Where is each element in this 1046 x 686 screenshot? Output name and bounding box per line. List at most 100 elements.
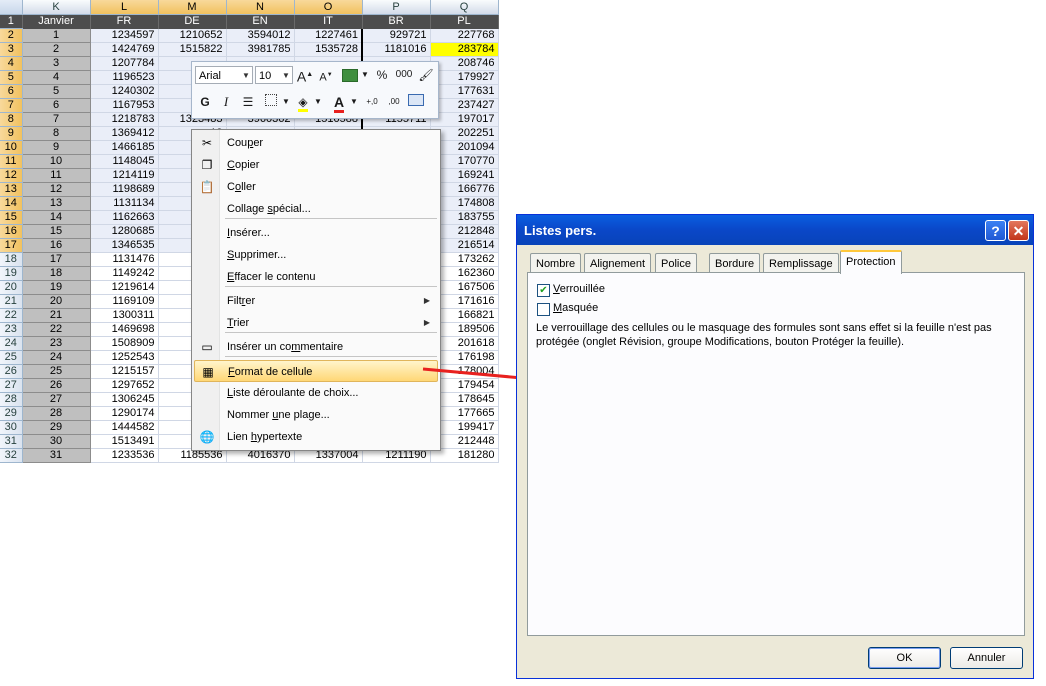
header-cell[interactable]: IT — [294, 14, 363, 29]
decrease-decimal-button[interactable]: ,00 — [384, 92, 404, 112]
menu-item-filter[interactable]: Filtrer ▶ — [194, 290, 438, 312]
merge-center-button[interactable] — [406, 92, 426, 112]
center-align-button[interactable]: ☰ — [238, 92, 258, 112]
percent-button[interactable]: % — [372, 65, 392, 85]
menu-item-dropdown[interactable]: Liste déroulante de choix... — [194, 382, 438, 404]
day-cell[interactable]: 18 — [22, 266, 91, 281]
menu-item-delete[interactable]: Supprimer... — [194, 244, 438, 266]
column-header-k[interactable]: K — [22, 0, 91, 15]
data-cell[interactable]: 1227461 — [294, 28, 363, 43]
day-cell[interactable]: 2 — [22, 42, 91, 57]
tab-protection[interactable]: Protection — [840, 250, 902, 274]
data-cell[interactable]: 1210652 — [158, 28, 227, 43]
menu-item-comment[interactable]: ▭ Insérer un commentaire — [194, 336, 438, 358]
column-header-p[interactable]: P — [362, 0, 431, 15]
menu-item-sort[interactable]: Trier ▶ — [194, 312, 438, 334]
row-header[interactable]: 8 — [0, 112, 23, 127]
tab-nombre[interactable]: Nombre — [530, 253, 582, 273]
day-cell[interactable]: 12 — [22, 182, 91, 197]
row-header[interactable]: 24 — [0, 336, 23, 351]
font-color-button[interactable]: A — [329, 92, 349, 113]
day-cell[interactable]: 14 — [22, 210, 91, 225]
row-header[interactable]: 4 — [0, 56, 23, 71]
header-cell[interactable]: PL — [430, 14, 499, 29]
data-cell[interactable]: 197017 — [430, 112, 499, 127]
day-cell[interactable]: 25 — [22, 364, 91, 379]
tab-bordure[interactable]: Bordure — [709, 253, 761, 273]
data-cell[interactable]: 1240302 — [89, 84, 159, 99]
row-header[interactable]: 28 — [0, 392, 23, 407]
header-cell[interactable]: DE — [158, 14, 227, 29]
data-cell[interactable]: 1149242 — [90, 266, 159, 281]
day-cell[interactable]: 24 — [22, 350, 91, 365]
locked-checkbox[interactable]: ✔ — [537, 284, 550, 297]
column-header-m[interactable]: M — [158, 0, 227, 15]
data-cell[interactable]: 1466185 — [89, 140, 159, 155]
thousands-separator-button[interactable]: 000 — [394, 65, 414, 85]
row-header[interactable]: 30 — [0, 420, 23, 435]
chevron-down-icon[interactable]: ▼ — [281, 92, 291, 112]
fill-color-button[interactable]: ◈ — [293, 92, 313, 112]
row-header[interactable]: 14 — [0, 196, 23, 211]
data-cell[interactable]: 1469698 — [90, 322, 159, 337]
header-cell[interactable]: BR — [362, 14, 431, 29]
day-cell[interactable]: 13 — [22, 196, 91, 211]
day-cell[interactable]: 21 — [22, 308, 91, 323]
format-painter-button[interactable]: 🖌 — [416, 65, 436, 85]
close-button[interactable]: ✕ — [1008, 220, 1029, 241]
row-header[interactable]: 12 — [0, 168, 23, 183]
row-header[interactable]: 1 — [0, 14, 23, 29]
row-header[interactable]: 21 — [0, 294, 23, 309]
data-cell[interactable]: 227768 — [430, 28, 499, 43]
data-cell[interactable]: 1207784 — [89, 56, 159, 71]
data-cell[interactable]: 1508909 — [90, 336, 159, 351]
dialog-titlebar[interactable]: Listes pers. ? ✕ — [517, 215, 1033, 245]
day-cell[interactable]: 3 — [22, 56, 91, 71]
header-cell[interactable]: EN — [226, 14, 295, 29]
hidden-label[interactable]: Masquée — [553, 302, 598, 314]
data-cell[interactable]: 1346535 — [89, 238, 159, 253]
data-cell[interactable]: 1513491 — [90, 434, 159, 449]
day-cell[interactable]: 17 — [22, 252, 91, 267]
day-cell[interactable]: 19 — [22, 280, 91, 295]
day-cell[interactable]: 10 — [22, 154, 91, 169]
row-header[interactable]: 5 — [0, 70, 23, 85]
data-cell[interactable]: 1162663 — [89, 210, 159, 225]
data-cell[interactable]: 1131476 — [90, 252, 159, 267]
day-cell[interactable]: 6 — [22, 98, 91, 113]
chevron-down-icon[interactable]: ▼ — [280, 67, 292, 83]
day-cell[interactable]: 9 — [22, 140, 91, 155]
locked-label[interactable]: Verrouillée — [553, 283, 605, 295]
day-cell[interactable]: 30 — [22, 434, 91, 449]
day-cell[interactable]: 16 — [22, 238, 91, 253]
column-header-n[interactable]: N — [226, 0, 295, 15]
day-cell[interactable]: 31 — [22, 448, 91, 463]
grow-font-button[interactable]: A▲ — [295, 65, 315, 85]
font-size-combo[interactable]: 10 ▼ — [255, 66, 293, 84]
data-cell[interactable]: 237427 — [430, 98, 499, 113]
column-header-q[interactable]: Q — [430, 0, 499, 15]
menu-item-name[interactable]: Nommer une plage... — [194, 404, 438, 426]
day-cell[interactable]: 8 — [22, 126, 91, 141]
increase-decimal-button[interactable]: +,0 — [362, 92, 382, 112]
row-header[interactable]: 13 — [0, 182, 23, 197]
day-cell[interactable]: 4 — [22, 70, 91, 85]
menu-item-paste-special[interactable]: Collage spécial... — [194, 198, 438, 220]
shrink-font-button[interactable]: A▼ — [316, 65, 336, 85]
tab-remplissage[interactable]: Remplissage — [763, 253, 839, 273]
menu-item-insert[interactable]: Insérer... — [194, 222, 438, 244]
hidden-checkbox[interactable] — [537, 303, 550, 316]
data-cell[interactable]: 1535728 — [294, 42, 363, 57]
day-cell[interactable]: 22 — [22, 322, 91, 337]
day-cell[interactable]: 23 — [22, 336, 91, 351]
data-cell[interactable]: 179927 — [430, 70, 499, 85]
data-cell[interactable]: 3594012 — [226, 28, 295, 43]
data-cell[interactable]: 1369412 — [89, 126, 159, 141]
data-cell[interactable]: 283784 — [430, 42, 499, 57]
data-cell[interactable]: 1297652 — [90, 378, 159, 393]
tab-alignement[interactable]: Alignement — [584, 253, 652, 273]
data-cell[interactable]: 1234597 — [89, 28, 159, 43]
data-cell[interactable]: 208746 — [430, 56, 499, 71]
column-header-l[interactable]: L — [90, 0, 159, 15]
ok-button[interactable]: OK — [868, 647, 941, 669]
